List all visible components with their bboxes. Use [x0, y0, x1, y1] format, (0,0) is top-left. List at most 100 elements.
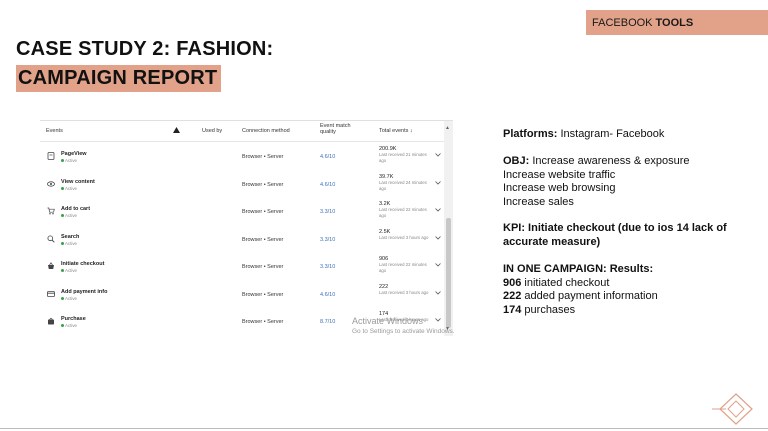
event-name[interactable]: View content — [61, 179, 95, 185]
chevron-down-icon[interactable] — [435, 291, 441, 297]
table-header: Events Used by Connection method Event m… — [40, 121, 453, 142]
active-dot-icon — [61, 297, 64, 301]
last-received: Last received 22 minutes ago — [379, 207, 427, 218]
chevron-down-icon[interactable] — [435, 318, 441, 324]
page-title-line1: CASE STUDY 2: FASHION: — [16, 38, 274, 60]
status-badge: Active — [61, 213, 77, 218]
status-badge: Active — [61, 186, 77, 191]
match-quality-link[interactable]: 3.3/10 — [320, 237, 335, 243]
header-connection-method[interactable]: Connection method — [242, 128, 290, 134]
status-badge: Active — [61, 296, 77, 301]
eye-icon — [47, 180, 55, 188]
search-icon — [47, 235, 55, 243]
obj-line: Increase web browsing — [503, 182, 616, 194]
scrollbar-thumb[interactable] — [446, 218, 451, 328]
result-line: 906 initiated checkout — [503, 276, 610, 289]
results-block: IN ONE CAMPAIGN: Results: 906 initiated … — [503, 263, 658, 317]
header-total-events[interactable]: Total events ↓ — [379, 128, 413, 134]
connection-method: Browser • Server — [242, 237, 284, 243]
results-label: IN ONE CAMPAIGN: Results: — [503, 263, 654, 275]
chevron-down-icon[interactable] — [435, 153, 441, 159]
match-quality-link[interactable]: 4.6/10 — [320, 292, 335, 298]
connection-method: Browser • Server — [242, 209, 284, 215]
facebook-tools-tag: FACEBOOK TOOLS — [586, 10, 768, 35]
total-events: 906 Last received 22 minutes ago — [379, 256, 431, 274]
last-received: Last received 24 minutes ago — [379, 180, 427, 191]
chevron-down-icon[interactable] — [435, 263, 441, 269]
connection-method: Browser • Server — [242, 264, 284, 270]
connection-method: Browser • Server — [242, 319, 284, 325]
match-quality-link[interactable]: 3.3/10 — [320, 264, 335, 270]
diamond-logo-icon — [712, 392, 756, 431]
header-event-match-quality[interactable]: Event match quality — [320, 123, 360, 135]
last-received: Last received 3 hours ago — [379, 290, 429, 295]
active-dot-icon — [61, 324, 64, 328]
event-name[interactable]: PageView — [61, 151, 87, 157]
bag-icon — [47, 317, 55, 325]
scroll-up-arrow-icon[interactable]: ▲ — [445, 125, 450, 131]
tag-bold-text: TOOLS — [655, 16, 694, 29]
chevron-down-icon[interactable] — [435, 181, 441, 187]
obj-line: Increase website traffic — [503, 168, 616, 181]
card-icon — [47, 290, 55, 298]
status-badge: Active — [61, 268, 77, 273]
page-icon — [47, 152, 55, 160]
event-name[interactable]: Initiate checkout — [61, 261, 104, 267]
obj-value: Increase awareness & exposure — [529, 155, 690, 167]
match-quality-link[interactable]: 4.6/10 — [320, 154, 335, 160]
obj-label: OBJ: — [503, 155, 530, 167]
platforms-label: Platforms: — [503, 128, 558, 140]
match-quality-link[interactable]: 8.7/10 — [320, 319, 335, 325]
page-title-line2: CAMPAIGN REPORT — [16, 65, 222, 92]
tag-normal-text: FACEBOOK — [592, 16, 653, 29]
basket-icon — [47, 262, 55, 270]
chevron-down-icon[interactable] — [435, 236, 441, 242]
cart-icon — [47, 207, 55, 215]
platforms-line: Platforms: Instagram- Facebook — [503, 128, 664, 142]
last-received: Last received 3 hours ago — [379, 235, 429, 240]
chevron-down-icon[interactable] — [435, 208, 441, 214]
objectives-block: OBJ: Increase awareness & exposure Incre… — [503, 155, 689, 209]
match-quality-link[interactable]: 3.3/10 — [320, 209, 335, 215]
event-name[interactable]: Search — [61, 234, 79, 240]
table-row[interactable]: View content Active Browser • Server 4.6… — [40, 171, 450, 198]
total-events: 200.9K Last received 21 minutes ago — [379, 146, 431, 164]
events-table: Events Used by Connection method Event m… — [40, 120, 453, 336]
total-events: 3.2K Last received 22 minutes ago — [379, 201, 431, 219]
total-events: 2.5K Last received 3 hours ago — [379, 229, 431, 241]
active-dot-icon — [61, 214, 64, 218]
result-line: 174 purchases — [503, 303, 576, 316]
obj-line: Increase sales — [503, 195, 574, 208]
match-quality-link[interactable]: 4.6/10 — [320, 182, 335, 188]
active-dot-icon — [61, 187, 64, 191]
activate-windows-watermark: Activate Windows — [352, 316, 424, 326]
table-row[interactable]: Search Active Browser • Server 3.3/10 2.… — [40, 226, 450, 253]
active-dot-icon — [61, 159, 64, 163]
event-name[interactable]: Add payment info — [61, 289, 107, 295]
footer-divider — [0, 428, 768, 429]
table-row[interactable]: PageView Active Browser • Server 4.6/10 … — [40, 143, 450, 170]
connection-method: Browser • Server — [242, 292, 284, 298]
status-badge: Active — [61, 323, 77, 328]
table-row[interactable]: Add to cart Active Browser • Server 3.3/… — [40, 198, 450, 225]
event-name[interactable]: Add to cart — [61, 206, 90, 212]
table-row[interactable]: Initiate checkout Active Browser • Serve… — [40, 253, 450, 280]
connection-method: Browser • Server — [242, 154, 284, 160]
connection-method: Browser • Server — [242, 182, 284, 188]
result-line: 222 added payment information — [503, 290, 658, 302]
active-dot-icon — [61, 242, 64, 246]
warning-icon — [173, 127, 180, 135]
kpi-block: KPI: Initiate checkout (due to ios 14 la… — [503, 222, 727, 249]
header-used-by[interactable]: Used by — [202, 128, 222, 134]
kpi-line: KPI: Initiate checkout (due to ios 14 la… — [503, 222, 727, 234]
platforms-value: Instagram- Facebook — [557, 128, 665, 140]
last-received: Last received 22 minutes ago — [379, 262, 427, 273]
status-badge: Active — [61, 241, 77, 246]
active-dot-icon — [61, 269, 64, 273]
status-badge: Active — [61, 158, 77, 163]
table-row[interactable]: Add payment info Active Browser • Server… — [40, 281, 450, 308]
event-name[interactable]: Purchase — [61, 316, 86, 322]
header-events[interactable]: Events — [46, 128, 63, 134]
activate-windows-subtext: Go to Settings to activate Windows. — [352, 328, 455, 335]
last-received: Last received 21 minutes ago — [379, 152, 427, 163]
